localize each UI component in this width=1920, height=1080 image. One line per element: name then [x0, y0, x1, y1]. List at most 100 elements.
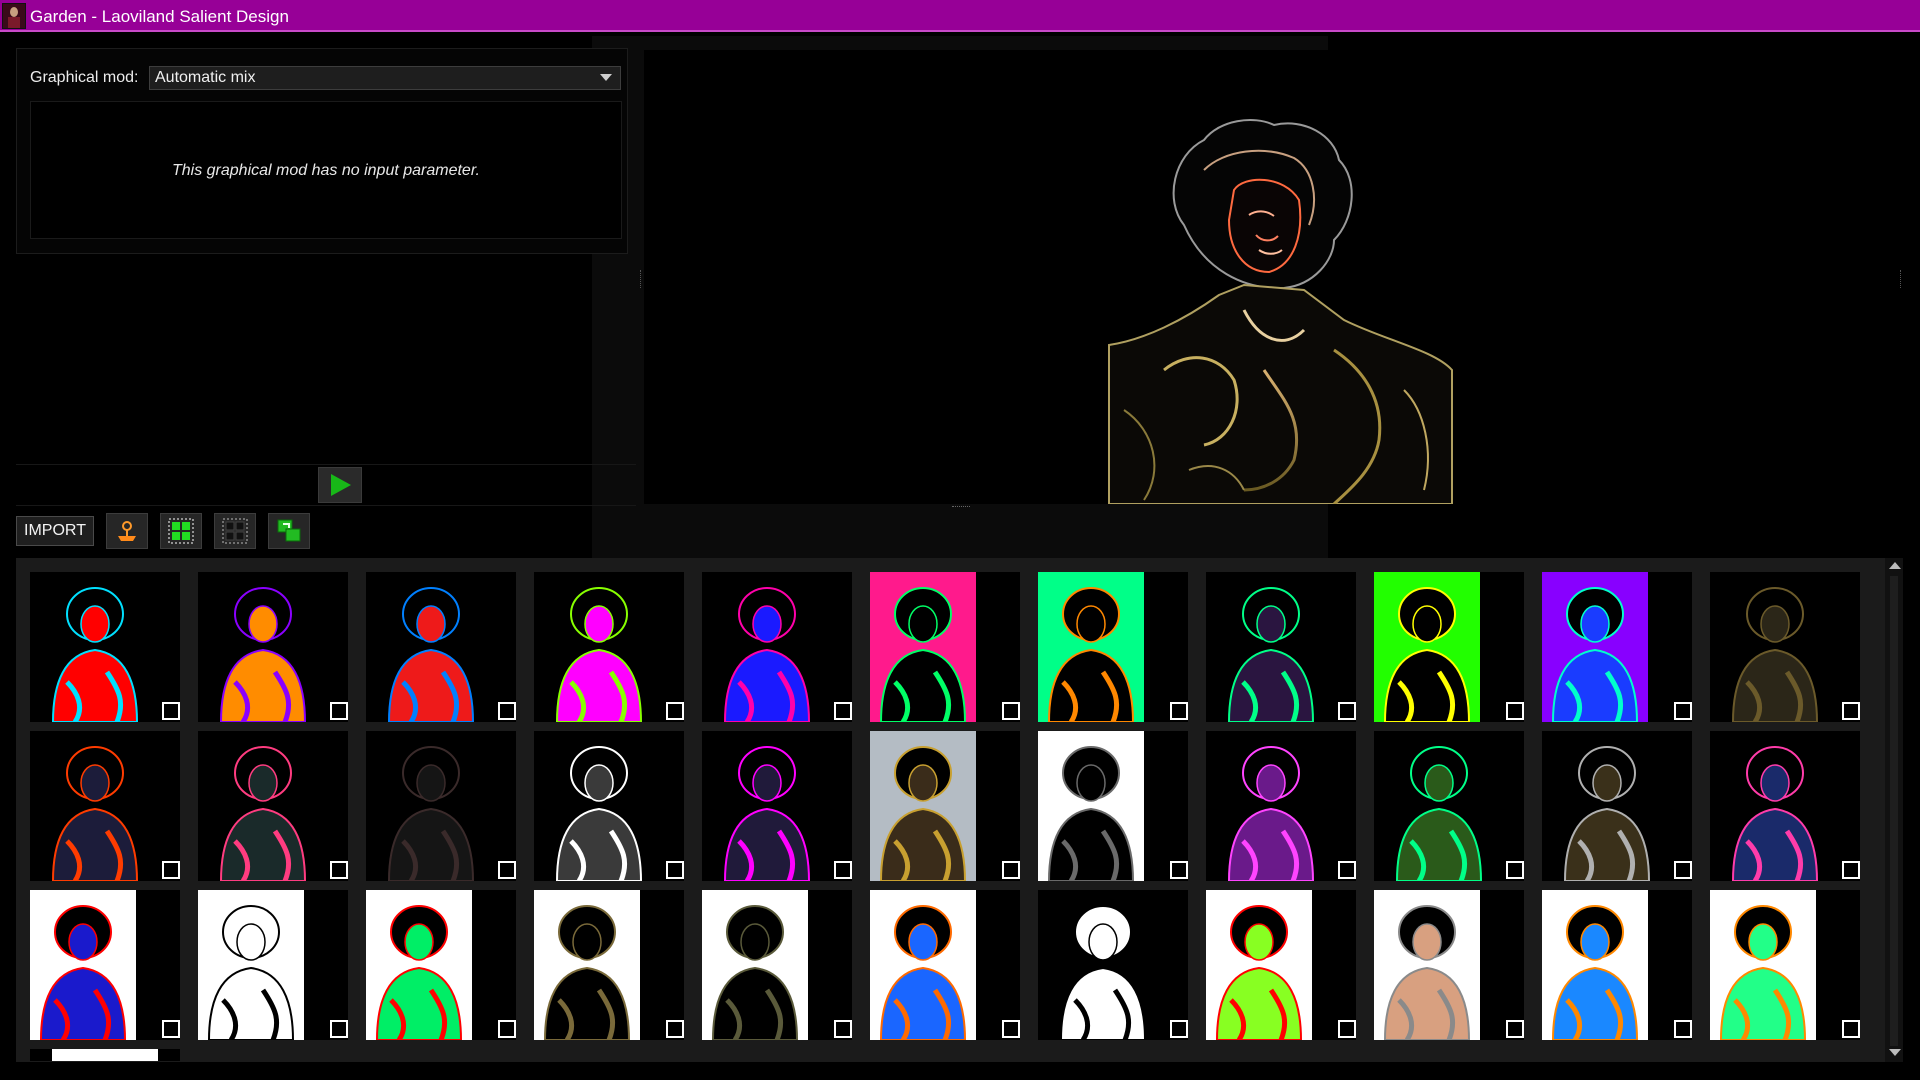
gallery-thumbnail[interactable] [1374, 572, 1524, 722]
thumbnail-checkbox[interactable] [330, 1020, 348, 1038]
thumbnail-image [366, 572, 516, 722]
palette-button[interactable] [106, 513, 148, 549]
gallery-thumbnail[interactable] [1710, 890, 1860, 1040]
thumbnail-checkbox[interactable] [666, 702, 684, 720]
gallery-thumbnail[interactable] [30, 572, 180, 722]
thumbnail-image [1038, 731, 1144, 881]
graphical-mod-value: Automatic mix [155, 69, 256, 86]
gallery-thumbnail[interactable] [1542, 731, 1692, 881]
gallery-thumbnail[interactable] [1374, 890, 1524, 1040]
thumbnail-checkbox[interactable] [1002, 702, 1020, 720]
thumbnail-checkbox[interactable] [498, 1020, 516, 1038]
thumbnail-checkbox[interactable] [498, 702, 516, 720]
thumbnail-checkbox[interactable] [1170, 861, 1188, 879]
gallery-thumbnail[interactable] [30, 1049, 180, 1061]
thumbnail-image [702, 731, 852, 881]
thumbnail-checkbox[interactable] [1674, 702, 1692, 720]
thumbnail-checkbox[interactable] [1002, 1020, 1020, 1038]
gallery-thumbnail[interactable] [702, 572, 852, 722]
thumbnail-checkbox[interactable] [1674, 1020, 1692, 1038]
thumbnail-checkbox[interactable] [1338, 1020, 1356, 1038]
thumbnail-image [534, 731, 684, 881]
gallery-thumbnail[interactable] [1710, 731, 1860, 881]
gallery-thumbnail[interactable] [870, 890, 1020, 1040]
swap-images-button[interactable] [268, 513, 310, 549]
gallery-thumbnail[interactable] [1542, 890, 1692, 1040]
gallery-thumbnail[interactable] [870, 572, 1020, 722]
thumbnail-checkbox[interactable] [1842, 861, 1860, 879]
gallery-scrollbar[interactable] [1885, 558, 1903, 1062]
thumbnail-image [1710, 731, 1860, 881]
scrollbar-track[interactable] [1890, 576, 1898, 1046]
gallery-thumbnail[interactable] [870, 731, 1020, 881]
scroll-up-icon[interactable] [1889, 562, 1901, 569]
graphical-mod-select[interactable]: Automatic mix [149, 66, 621, 90]
thumbnail-checkbox[interactable] [1506, 861, 1524, 879]
thumbnail-checkbox[interactable] [330, 861, 348, 879]
gallery-thumbnail[interactable] [1038, 890, 1188, 1040]
grid-select-all-icon [168, 518, 194, 544]
deselect-all-button[interactable] [214, 513, 256, 549]
thumbnail-image [1710, 890, 1816, 1040]
thumbnail-checkbox[interactable] [834, 861, 852, 879]
gallery-thumbnail[interactable] [366, 890, 516, 1040]
thumbnail-image [870, 890, 976, 1040]
gallery-thumbnail[interactable] [1542, 572, 1692, 722]
gallery-thumbnail[interactable] [198, 572, 348, 722]
thumbnail-checkbox[interactable] [1674, 861, 1692, 879]
gallery-thumbnail[interactable] [702, 890, 852, 1040]
vertical-splitter-handle[interactable] [640, 270, 643, 288]
horizontal-splitter-handle[interactable] [952, 506, 970, 509]
gallery-thumbnail[interactable] [366, 572, 516, 722]
thumbnail-checkbox[interactable] [162, 861, 180, 879]
gallery-thumbnail[interactable] [198, 890, 348, 1040]
thumbnail-checkbox[interactable] [1170, 1020, 1188, 1038]
thumbnail-image [198, 731, 348, 881]
thumbnail-checkbox[interactable] [162, 1020, 180, 1038]
scroll-down-icon[interactable] [1889, 1049, 1901, 1056]
thumbnail-checkbox[interactable] [1338, 702, 1356, 720]
thumbnail-image [1206, 731, 1356, 881]
gallery-thumbnail[interactable] [1710, 572, 1860, 722]
import-button[interactable]: IMPORT [16, 516, 94, 546]
thumbnail-image [1542, 731, 1692, 881]
gallery-thumbnail[interactable] [1374, 731, 1524, 881]
thumbnail-checkbox[interactable] [1842, 1020, 1860, 1038]
thumbnail-checkbox[interactable] [834, 702, 852, 720]
gallery-thumbnail[interactable] [198, 731, 348, 881]
gallery-thumbnail[interactable] [534, 731, 684, 881]
gallery-thumbnail[interactable] [534, 890, 684, 1040]
gallery-thumbnail[interactable] [1206, 890, 1356, 1040]
thumbnail-checkbox[interactable] [1170, 702, 1188, 720]
select-all-button[interactable] [160, 513, 202, 549]
gallery-thumbnail[interactable] [702, 731, 852, 881]
gallery-thumbnail[interactable] [1206, 731, 1356, 881]
thumbnail-checkbox[interactable] [1506, 702, 1524, 720]
thumbnail-image [1542, 572, 1648, 722]
thumbnail-checkbox[interactable] [1002, 861, 1020, 879]
thumbnail-image [702, 572, 852, 722]
thumbnail-checkbox[interactable] [666, 861, 684, 879]
thumbnail-checkbox[interactable] [1338, 861, 1356, 879]
gallery-thumbnail[interactable] [1038, 731, 1188, 881]
gallery-thumbnail[interactable] [1206, 572, 1356, 722]
palette-icon [118, 521, 136, 541]
gallery-thumbnail[interactable] [1038, 572, 1188, 722]
run-button[interactable] [318, 467, 362, 503]
thumbnail-checkbox[interactable] [162, 702, 180, 720]
thumbnail-image [30, 731, 180, 881]
thumbnail-checkbox[interactable] [498, 861, 516, 879]
thumbnail-checkbox[interactable] [330, 702, 348, 720]
gallery-thumbnail[interactable] [534, 572, 684, 722]
thumbnail-image [198, 890, 304, 1040]
thumbnail-checkbox[interactable] [1842, 702, 1860, 720]
chevron-down-icon[interactable] [600, 74, 612, 81]
gallery-thumbnail[interactable] [366, 731, 516, 881]
right-splitter-handle[interactable] [1900, 270, 1903, 288]
gallery-thumbnail[interactable] [30, 731, 180, 881]
gallery-thumbnail[interactable] [30, 890, 180, 1040]
image-preview [644, 50, 1894, 506]
thumbnail-checkbox[interactable] [834, 1020, 852, 1038]
thumbnail-checkbox[interactable] [666, 1020, 684, 1038]
thumbnail-checkbox[interactable] [1506, 1020, 1524, 1038]
